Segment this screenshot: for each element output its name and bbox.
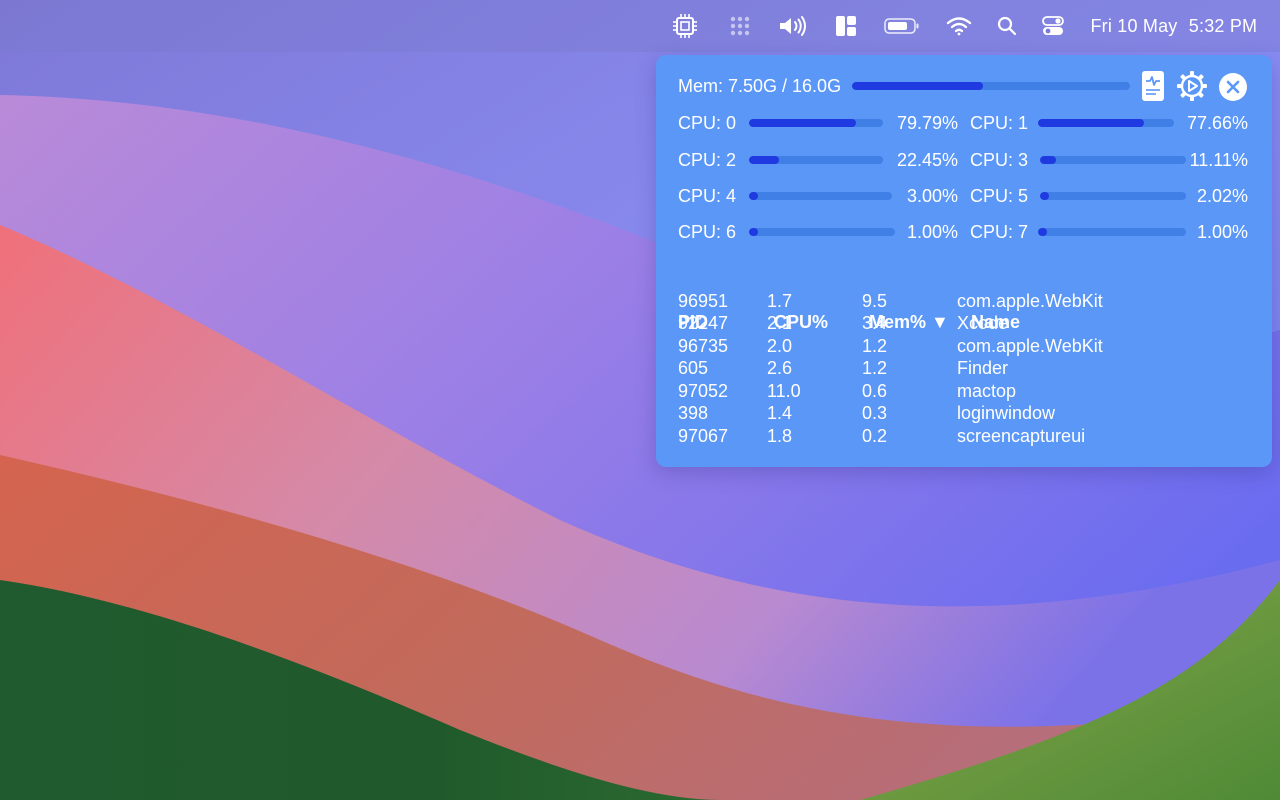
process-cpu: 2.0 — [767, 336, 793, 356]
cpu-label: CPU: 0 — [678, 113, 737, 133]
process-mem: 0.3 — [862, 403, 888, 423]
process-mem: 1.2 — [862, 358, 888, 378]
process-name: Xcode — [957, 313, 1009, 333]
cpu-label: CPU: 4 — [678, 186, 737, 206]
dots-grid-icon[interactable] — [726, 0, 754, 52]
process-row[interactable]: 92247 2.1 3.4 Xcode — [656, 313, 1272, 335]
process-pid: 605 — [678, 358, 709, 378]
cpu-bar — [1038, 228, 1186, 236]
process-name: com.apple.WebKit — [957, 336, 1103, 356]
process-pid: 97052 — [678, 381, 729, 401]
cpu-bar-fill — [1038, 228, 1047, 236]
cpu-percent: 11.11% — [1189, 150, 1248, 170]
window-layout-icon[interactable] — [832, 0, 860, 52]
menu-clock[interactable]: 5:32 PM — [1186, 0, 1260, 52]
cpu-bar-fill — [749, 192, 758, 200]
cpu-label: CPU: 2 — [678, 150, 737, 170]
process-mem: 0.6 — [862, 381, 888, 401]
control-center-icon[interactable] — [1040, 0, 1066, 52]
process-cpu: 1.7 — [767, 291, 793, 311]
cpu-bar — [749, 192, 892, 200]
process-cpu: 2.6 — [767, 358, 793, 378]
cpu-bar — [1040, 192, 1186, 200]
process-pid: 96735 — [678, 336, 729, 356]
process-name: loginwindow — [957, 403, 1056, 423]
process-mem: 1.2 — [862, 336, 888, 356]
process-row[interactable]: 398 1.4 0.3 loginwindow — [656, 403, 1272, 425]
cpu-percent: 1.00% — [906, 222, 958, 242]
cpu-bar — [1038, 119, 1174, 127]
process-mem: 3.4 — [862, 313, 888, 333]
process-mem: 0.2 — [862, 426, 888, 446]
cpu-bar-fill — [1040, 156, 1057, 164]
menu-date[interactable]: Fri 10 May — [1086, 0, 1182, 52]
process-pid: 92247 — [678, 313, 729, 333]
cpu-chip-icon[interactable] — [668, 0, 702, 52]
cpu-bar — [1040, 156, 1186, 164]
process-pid: 97067 — [678, 426, 729, 446]
process-row[interactable]: 97067 1.8 0.2 screencaptureui — [656, 426, 1272, 448]
process-name: Finder — [957, 358, 1009, 378]
process-row[interactable]: 605 2.6 1.2 Finder — [656, 358, 1272, 380]
process-cpu: 1.4 — [767, 403, 793, 423]
settings-gear-icon[interactable] — [1176, 70, 1208, 102]
cpu-percent: 22.45% — [896, 150, 958, 170]
cpu-bar — [749, 156, 883, 164]
cpu-bar-fill — [749, 119, 856, 127]
cpu-bar-fill — [749, 228, 758, 236]
volume-icon[interactable] — [776, 0, 810, 52]
process-mem: 9.5 — [862, 291, 888, 311]
memory-label: Mem: 7.50G / 16.0G — [678, 76, 842, 96]
cpu-bar — [749, 228, 895, 236]
process-name: mactop — [957, 381, 1017, 401]
cpu-label: CPU: 7 — [970, 222, 1029, 242]
system-monitor-panel: Mem: 7.50G / 16.0G CPU: 0 79.79% CPU: 2 … — [656, 55, 1272, 467]
process-name: screencaptureui — [957, 426, 1086, 446]
cpu-bar — [749, 119, 883, 127]
memory-bar — [852, 82, 1130, 90]
process-cpu: 1.8 — [767, 426, 793, 446]
cpu-bar-fill — [1040, 192, 1049, 200]
memory-bar-fill — [852, 82, 983, 90]
cpu-label: CPU: 1 — [970, 113, 1029, 133]
wifi-icon[interactable] — [944, 0, 974, 52]
process-name: com.apple.WebKit — [957, 291, 1103, 311]
process-row[interactable]: 96951 1.7 9.5 com.apple.WebKit — [656, 291, 1272, 313]
process-pid: 96951 — [678, 291, 729, 311]
cpu-bar-fill — [749, 156, 780, 164]
process-cpu: 11.0 — [767, 381, 801, 401]
close-icon[interactable] — [1218, 72, 1248, 102]
process-pid: 398 — [678, 403, 709, 423]
cpu-label: CPU: 3 — [970, 150, 1029, 170]
cpu-percent: 77.66% — [1186, 113, 1248, 133]
process-cpu: 2.1 — [767, 313, 793, 333]
search-icon[interactable] — [994, 0, 1020, 52]
process-row[interactable]: 96735 2.0 1.2 com.apple.WebKit — [656, 336, 1272, 358]
process-row[interactable]: 97052 11.0 0.6 mactop — [656, 381, 1272, 403]
battery-icon[interactable] — [882, 0, 922, 52]
menu-bar: Fri 10 May 5:32 PM — [0, 0, 1280, 52]
cpu-percent: 3.00% — [906, 186, 958, 206]
cpu-percent: 79.79% — [896, 113, 958, 133]
activity-report-icon[interactable] — [1141, 70, 1165, 102]
cpu-label: CPU: 6 — [678, 222, 737, 242]
cpu-bar-fill — [1038, 119, 1144, 127]
cpu-label: CPU: 5 — [970, 186, 1029, 206]
cpu-percent: 2.02% — [1196, 186, 1248, 206]
cpu-percent: 1.00% — [1196, 222, 1248, 242]
